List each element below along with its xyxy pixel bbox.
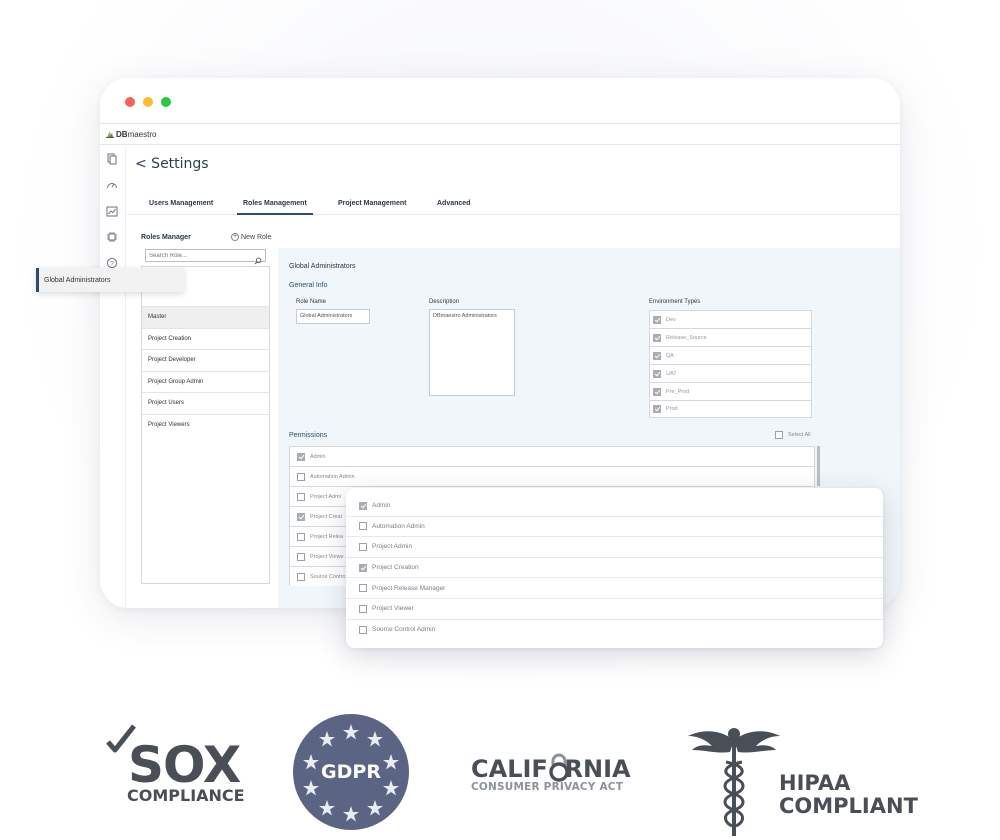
- tab-project-management[interactable]: Project Management: [338, 200, 406, 215]
- role-name-field[interactable]: Global Administrators: [296, 309, 370, 324]
- sox-badge-subtitle: COMPLIANCE: [127, 786, 245, 805]
- list-item[interactable]: Pre_Prod: [649, 382, 812, 400]
- roles-manager-title: Roles Manager: [141, 234, 191, 241]
- checkbox-checked[interactable]: [653, 333, 661, 342]
- description-field[interactable]: DBmaestro Administrators: [429, 309, 515, 396]
- window-titlebar: [100, 78, 900, 123]
- checkbox-checked[interactable]: [653, 405, 661, 413]
- list-item[interactable]: Release_Source: [649, 328, 812, 346]
- list-item[interactable]: Master: [142, 307, 269, 329]
- dbmaestro-logo-icon: [105, 129, 115, 139]
- new-role-label: New Role: [241, 233, 272, 241]
- list-item[interactable]: Admin: [289, 446, 815, 466]
- list-item[interactable]: Automation Admin: [346, 517, 883, 538]
- california-badge-subtitle: CONSUMER PRIVACY ACT: [471, 781, 624, 793]
- maximize-window-button[interactable]: [161, 97, 171, 107]
- checkbox-unchecked[interactable]: [297, 492, 305, 501]
- list-item[interactable]: Project Viewer: [346, 599, 883, 620]
- gdpr-badge-title: GDPR: [321, 761, 381, 783]
- list-item[interactable]: Project Creation: [346, 558, 883, 579]
- close-window-button[interactable]: [125, 97, 135, 107]
- list-item[interactable]: Admin: [346, 496, 883, 517]
- list-item[interactable]: Project Release Manager: [346, 578, 883, 599]
- description-label: Description: [429, 299, 460, 305]
- list-item[interactable]: Dev: [649, 310, 812, 328]
- tab-users-management[interactable]: Users Management: [149, 200, 213, 215]
- svg-text:?: ?: [110, 260, 114, 267]
- permissions-zoom-card: Admin Automation Admin Project Admin Pro…: [346, 488, 883, 648]
- checkbox-checked[interactable]: [297, 512, 305, 521]
- tab-advanced[interactable]: Advanced: [437, 200, 470, 215]
- search-role-input[interactable]: [145, 249, 266, 262]
- list-item[interactable]: Project Developer: [142, 350, 269, 372]
- gdpr-badge: GDPR: [293, 714, 409, 830]
- permissions-scrollbar[interactable]: [817, 446, 820, 486]
- general-info-heading: General Info: [289, 282, 328, 289]
- roles-list: Master Project Creation Project Develope…: [141, 266, 270, 584]
- list-item[interactable]: Automation Admin: [289, 466, 815, 486]
- list-item[interactable]: Project Viewers: [142, 415, 269, 437]
- role-name-label: Role Name: [296, 299, 327, 305]
- environment-types-label: Environment Types: [649, 299, 701, 305]
- checkbox-unchecked[interactable]: [297, 472, 305, 481]
- help-icon[interactable]: ?: [106, 256, 118, 269]
- plus-circle-icon: +: [231, 233, 239, 241]
- select-all-checkbox[interactable]: Select All: [775, 431, 811, 439]
- checkbox-unchecked[interactable]: [359, 625, 367, 634]
- list-item[interactable]: UAT: [649, 364, 812, 382]
- list-item[interactable]: Project Group Admin: [142, 372, 269, 393]
- page-title[interactable]: < Settings: [135, 156, 209, 172]
- checkbox-checked[interactable]: [653, 351, 661, 360]
- checkbox-checked[interactable]: [297, 452, 305, 461]
- checkbox-checked[interactable]: [653, 369, 661, 378]
- side-nav-rail: ?: [100, 146, 126, 608]
- settings-tabs: Users Management Roles Management Projec…: [127, 200, 900, 215]
- hipaa-badge-title: HIPAA: [779, 771, 851, 795]
- checkbox-unchecked[interactable]: [359, 542, 367, 551]
- caduceus-icon: [688, 722, 780, 840]
- list-item[interactable]: Source Control Admin: [346, 620, 883, 641]
- environment-types-list: Dev Release_Source QA UAT Pre_Prod Prod: [649, 310, 812, 418]
- dashboard-gauge-icon[interactable]: [106, 178, 118, 190]
- list-item[interactable]: Prod: [649, 400, 812, 418]
- copy-icon[interactable]: [106, 152, 118, 165]
- tab-roles-management[interactable]: Roles Management: [237, 200, 313, 215]
- checkbox-unchecked[interactable]: [775, 431, 783, 439]
- checkbox-checked[interactable]: [653, 315, 661, 324]
- hipaa-badge-subtitle: COMPLIANT: [779, 794, 918, 818]
- list-item[interactable]: QA: [649, 346, 812, 364]
- checkbox-unchecked[interactable]: [297, 572, 305, 581]
- role-detail-title: Global Administrators: [289, 263, 356, 270]
- new-role-button[interactable]: + New Role: [231, 233, 271, 241]
- checkbox-unchecked[interactable]: [297, 532, 305, 541]
- app-logo-text: DBmaestro: [116, 129, 157, 139]
- sox-badge-title: SOX: [128, 736, 241, 794]
- selected-role-item[interactable]: Global Administrators: [36, 268, 184, 292]
- search-icon[interactable]: [254, 252, 262, 265]
- settings-chip-icon[interactable]: [106, 230, 118, 242]
- checkbox-unchecked[interactable]: [359, 522, 367, 531]
- list-item[interactable]: Project Users: [142, 393, 269, 415]
- minimize-window-button[interactable]: [143, 97, 153, 107]
- list-item[interactable]: Project Admin: [346, 537, 883, 558]
- reports-chart-icon[interactable]: [106, 204, 118, 217]
- app-header: DBmaestro: [100, 123, 900, 145]
- permissions-heading: Permissions: [289, 432, 328, 439]
- checkbox-unchecked[interactable]: [359, 604, 367, 613]
- checkbox-unchecked[interactable]: [359, 584, 367, 593]
- checkbox-checked[interactable]: [653, 387, 661, 396]
- checkbox-unchecked[interactable]: [297, 552, 305, 561]
- list-item[interactable]: Project Creation: [142, 329, 269, 350]
- checkbox-checked[interactable]: [359, 563, 367, 572]
- checkbox-checked[interactable]: [359, 501, 367, 510]
